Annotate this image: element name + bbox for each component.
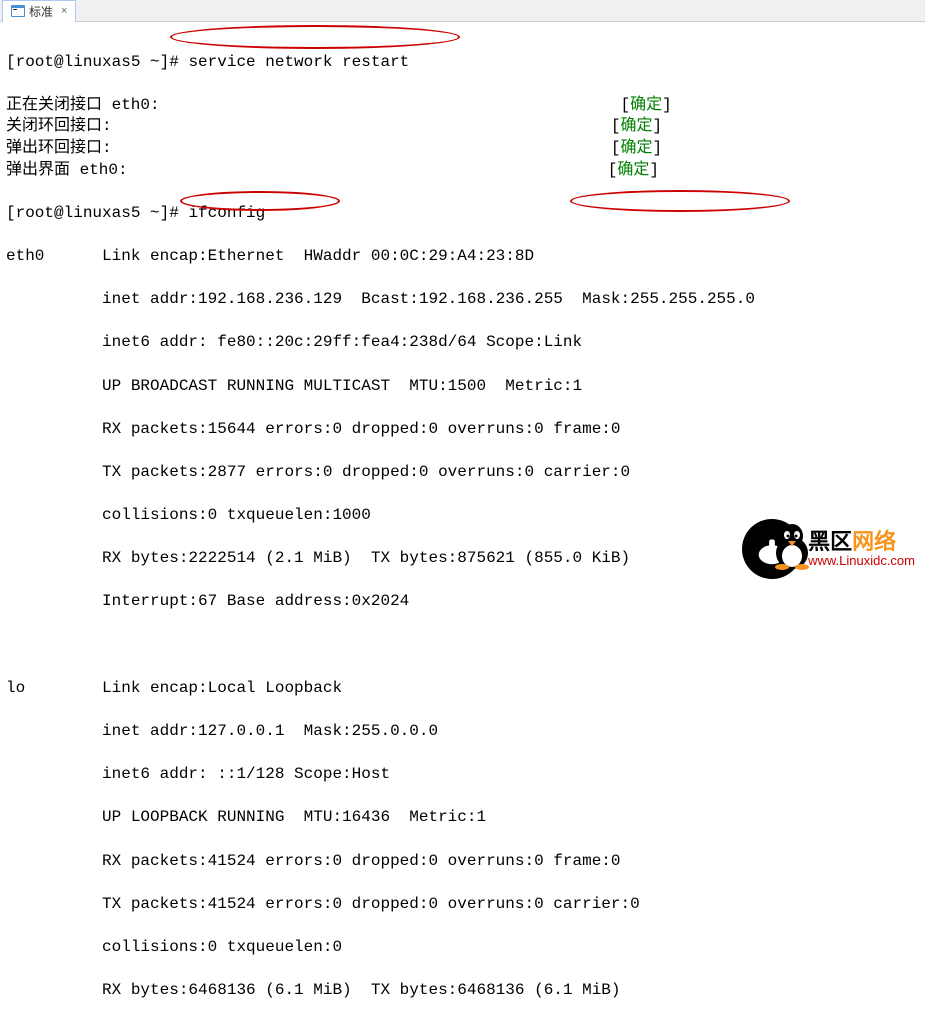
command-2: ifconfig [188, 204, 265, 222]
status-ok: 确定 [617, 161, 649, 179]
prompt-line-2: [root@linuxas5 ~]# ifconfig [6, 203, 919, 225]
lo-line-1: lo Link encap:Local Loopback [6, 678, 919, 700]
lo-bytes: RX bytes:6468136 (6.1 MiB) TX bytes:6468… [6, 980, 919, 1002]
eth0-inet6: inet6 addr: fe80::20c:29ff:fea4:238d/64 … [6, 332, 919, 354]
eth0-ip: 192.168.236.129 [198, 290, 342, 308]
eth0-line-1: eth0 Link encap:Ethernet HWaddr 00:0C:29… [6, 246, 919, 268]
status-ok: 确定 [621, 139, 653, 157]
restart-line-1: 关闭环回接口: [确定] [6, 116, 919, 138]
eth0-tx: TX packets:2877 errors:0 dropped:0 overr… [6, 462, 919, 484]
terminal-icon [11, 5, 25, 17]
lo-inet6: inet6 addr: ::1/128 Scope:Host [6, 764, 919, 786]
lo-rx: RX packets:41524 errors:0 dropped:0 over… [6, 851, 919, 873]
watermark-text: 黑区网络 www.Linuxidc.com [808, 530, 915, 568]
eth0-flags: UP BROADCAST RUNNING MULTICAST MTU:1500 … [6, 376, 919, 398]
tab-label: 标准 [29, 3, 53, 20]
penguin-icon [770, 521, 815, 571]
lo-inet: inet addr:127.0.0.1 Mask:255.0.0.0 [6, 721, 919, 743]
watermark: 黑区网络 www.Linuxidc.com [742, 519, 915, 579]
eth0-int: Interrupt:67 Base address:0x2024 [6, 591, 919, 613]
tab-standard[interactable]: 标准 × [2, 0, 76, 22]
lo-tx: TX packets:41524 errors:0 dropped:0 over… [6, 894, 919, 916]
tab-bar: 标准 × [0, 0, 925, 22]
status-ok: 确定 [630, 96, 662, 114]
eth0-rx: RX packets:15644 errors:0 dropped:0 over… [6, 419, 919, 441]
restart-line-0: 正在关闭接口 eth0: [确定] [6, 95, 919, 117]
lo-flags: UP LOOPBACK RUNNING MTU:16436 Metric:1 [6, 807, 919, 829]
eth0-inet: inet addr:192.168.236.129 Bcast:192.168.… [6, 289, 919, 311]
prompt-line-1: [root@linuxas5 ~]# service network resta… [6, 52, 919, 74]
status-ok: 确定 [621, 117, 653, 135]
close-icon[interactable]: × [61, 5, 67, 17]
lo-coll: collisions:0 txqueuelen:0 [6, 937, 919, 959]
eth0-mask: 255.255.255.0 [630, 290, 755, 308]
restart-line-2: 弹出环回接口: [确定] [6, 138, 919, 160]
command-1: service network restart [188, 53, 409, 71]
restart-line-3: 弹出界面 eth0: [确定] [6, 160, 919, 182]
